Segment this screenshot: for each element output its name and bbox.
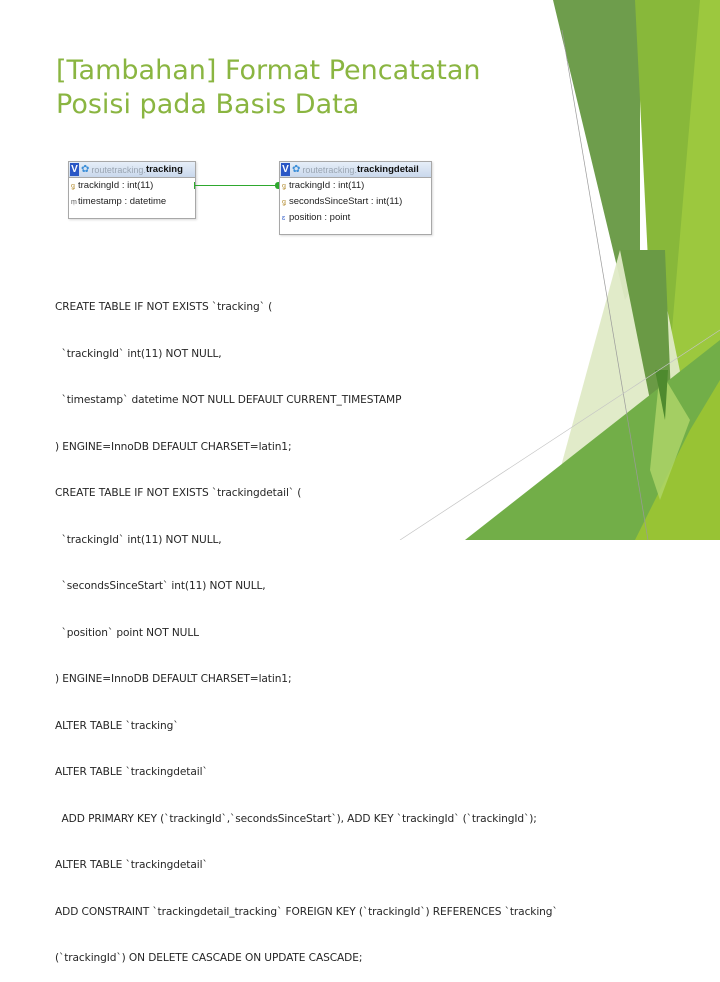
table-card-trackingdetail: V ✿ routetracking. trackingdetail ǥ tracki…	[279, 161, 432, 235]
key-icon: ǥ	[71, 183, 75, 190]
sql-line: ADD CONSTRAINT `trackingdetail_tracking`…	[55, 905, 558, 918]
table-header: V ✿ routetracking. trackingdetail	[280, 162, 431, 178]
table-name: trackingdetail	[356, 164, 419, 175]
sql-line: ALTER TABLE `tracking`	[55, 719, 179, 732]
sql-line: `secondsSinceStart` int(11) NOT NULL,	[55, 580, 266, 592]
sql-line: ADD PRIMARY KEY (`trackingId`,`secondsSi…	[55, 812, 537, 825]
index-icon: ṃ	[71, 199, 77, 206]
column-label: trackingId : int(11)	[289, 180, 365, 191]
slide-title-line-1: [Tambahan] Format Pencatatan	[56, 55, 481, 86]
view-toggle-icon: V	[70, 163, 79, 176]
column-label: trackingId : int(11)	[78, 180, 154, 191]
sql-line: `timestamp` datetime NOT NULL DEFAULT CU…	[55, 394, 402, 406]
column-label: timestamp : datetime	[78, 196, 167, 207]
column-label: secondsSinceStart : int(11)	[289, 196, 403, 207]
key-icon: ǥ	[282, 199, 286, 206]
sql-line: (`trackingId`) ON DELETE CASCADE ON UPDA…	[55, 952, 363, 964]
column-label: position : point	[289, 212, 351, 223]
sql-line: ALTER TABLE `trackingdetail`	[55, 766, 208, 778]
key-icon: ǥ	[282, 183, 286, 190]
schema-diagram: V ✿ routetracking. tracking ǥ trackingId :…	[60, 155, 440, 240]
sql-line: ) ENGINE=InnoDB DEFAULT CHARSET=latin1;	[55, 673, 292, 685]
slide-title-line-2: Posisi pada Basis Data	[56, 89, 360, 120]
geometry-icon: ɛ	[282, 215, 286, 222]
sql-line: `position` point NOT NULL	[55, 626, 200, 639]
database-name: routetracking	[91, 164, 144, 175]
view-toggle-icon: V	[281, 163, 290, 176]
table-name: tracking	[145, 164, 183, 175]
column-row: ǥ trackingId : int(11)	[69, 178, 195, 194]
sql-line: CREATE TABLE IF NOT EXISTS `trackingdeta…	[55, 487, 302, 499]
column-row: ɛ position : point	[280, 210, 431, 226]
gear-icon: ✿	[292, 164, 301, 175]
sql-line: CREATE TABLE IF NOT EXISTS `tracking` (	[55, 301, 273, 313]
table-header: V ✿ routetracking. tracking	[69, 162, 195, 178]
column-row: ṃtimestamp : datetime	[69, 194, 195, 210]
relation-connector-line	[194, 185, 278, 186]
database-name: routetracking	[302, 164, 355, 175]
slide-title: [Tambahan] Format Pencatatan Posisi pada…	[56, 54, 536, 122]
sql-code-block: CREATE TABLE IF NOT EXISTS `tracking` ( …	[55, 269, 655, 982]
sql-line: ALTER TABLE `trackingdetail`	[55, 859, 208, 871]
gear-icon: ✿	[81, 164, 90, 175]
column-row: ǥ secondsSinceStart : int(11)	[280, 194, 431, 210]
sql-line: `trackingId` int(11) NOT NULL,	[55, 533, 222, 546]
sql-line: `trackingId` int(11) NOT NULL,	[55, 347, 222, 360]
sql-line: ) ENGINE=InnoDB DEFAULT CHARSET=latin1;	[55, 440, 292, 453]
column-row: ǥ trackingId : int(11)	[280, 178, 431, 194]
table-card-tracking: V ✿ routetracking. tracking ǥ trackingId :…	[68, 161, 196, 219]
